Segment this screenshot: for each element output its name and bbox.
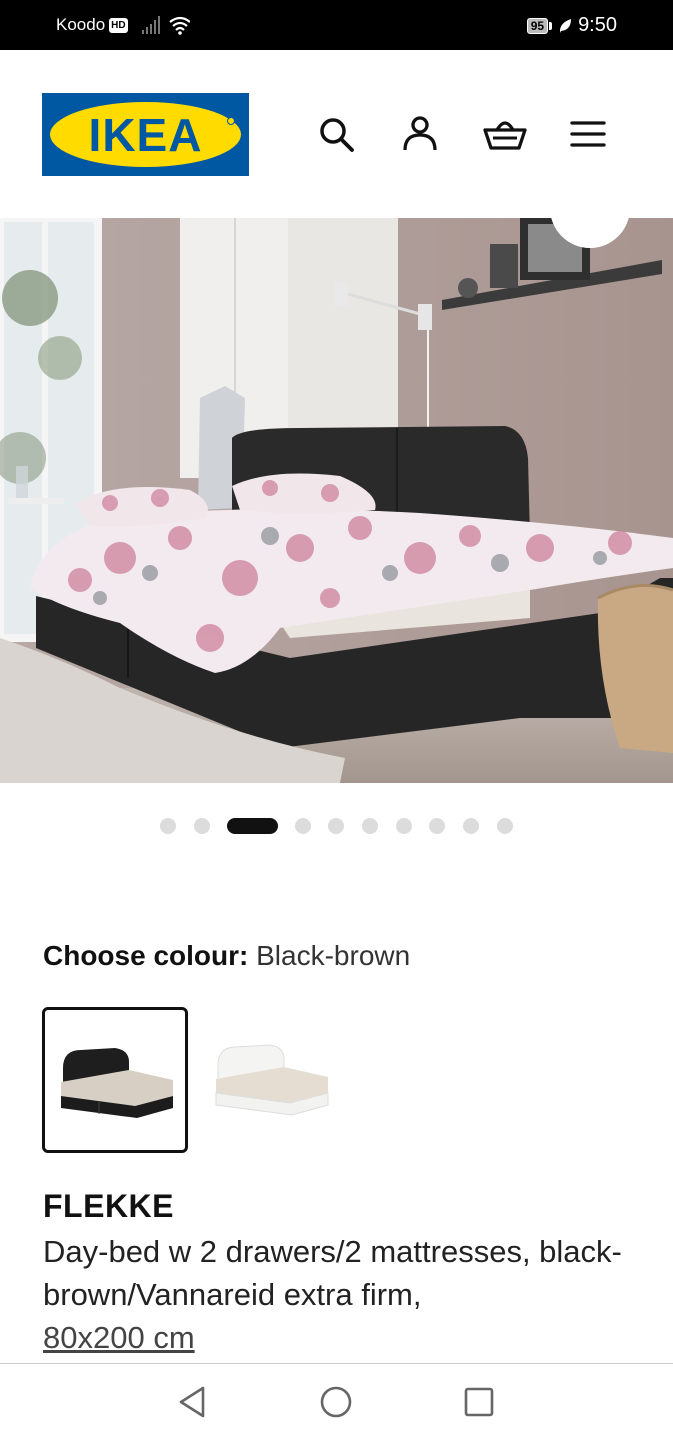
- carousel-dot[interactable]: [295, 818, 311, 834]
- battery-indicator: 95: [526, 17, 553, 34]
- product-size-link[interactable]: 80x200 cm: [43, 1320, 195, 1355]
- status-bar: Koodo HD 95 9:50: [0, 0, 673, 50]
- bedroom-photo: [0, 218, 673, 783]
- colour-value: Black-brown: [256, 940, 411, 971]
- hd-badge: HD: [109, 17, 128, 33]
- carousel-dot[interactable]: [396, 818, 412, 834]
- back-icon[interactable]: [175, 1384, 211, 1420]
- image-carousel-indicator: [0, 816, 673, 836]
- carousel-dot[interactable]: [328, 818, 344, 834]
- leaf-icon: [559, 18, 572, 33]
- carousel-dot[interactable]: [362, 818, 378, 834]
- colour-label: Choose colour:: [43, 940, 249, 971]
- carousel-dot[interactable]: [463, 818, 479, 834]
- white-daybed-thumbnail: [215, 1044, 329, 1116]
- carrier-name: Koodo: [56, 15, 106, 34]
- account-icon[interactable]: [400, 114, 440, 154]
- colour-selector-label: Choose colour: Black-brown: [43, 940, 410, 972]
- carousel-dot[interactable]: [429, 818, 445, 834]
- carousel-dot[interactable]: [160, 818, 176, 834]
- recents-icon[interactable]: [461, 1384, 497, 1420]
- product-image[interactable]: [0, 218, 673, 783]
- system-navigation-bar: [0, 1363, 673, 1440]
- signal-wifi-icon: [142, 16, 190, 35]
- logo-text: IKEA: [88, 109, 203, 161]
- shopping-basket-icon[interactable]: [483, 114, 527, 154]
- site-header: IKEA: [0, 50, 673, 218]
- black-brown-daybed-thumbnail: [61, 1048, 173, 1118]
- carousel-dot[interactable]: [194, 818, 210, 834]
- carousel-dot[interactable]: [497, 818, 513, 834]
- home-icon[interactable]: [318, 1384, 354, 1420]
- search-icon[interactable]: [316, 114, 356, 154]
- product-description: Day-bed w 2 drawers/2 mattresses, black-…: [43, 1230, 643, 1359]
- product-name: FLEKKE: [43, 1188, 174, 1224]
- product-description-text: Day-bed w 2 drawers/2 mattresses, black-…: [43, 1234, 622, 1312]
- ikea-logo[interactable]: IKEA: [42, 93, 249, 176]
- carousel-dot-active[interactable]: [227, 818, 278, 834]
- menu-icon[interactable]: [568, 114, 608, 154]
- clock: 9:50: [578, 14, 617, 36]
- colour-option-white[interactable]: [200, 1007, 346, 1153]
- carrier: Koodo HD: [56, 15, 128, 35]
- battery-level: 95: [526, 17, 549, 34]
- colour-option-black-brown[interactable]: [42, 1007, 188, 1153]
